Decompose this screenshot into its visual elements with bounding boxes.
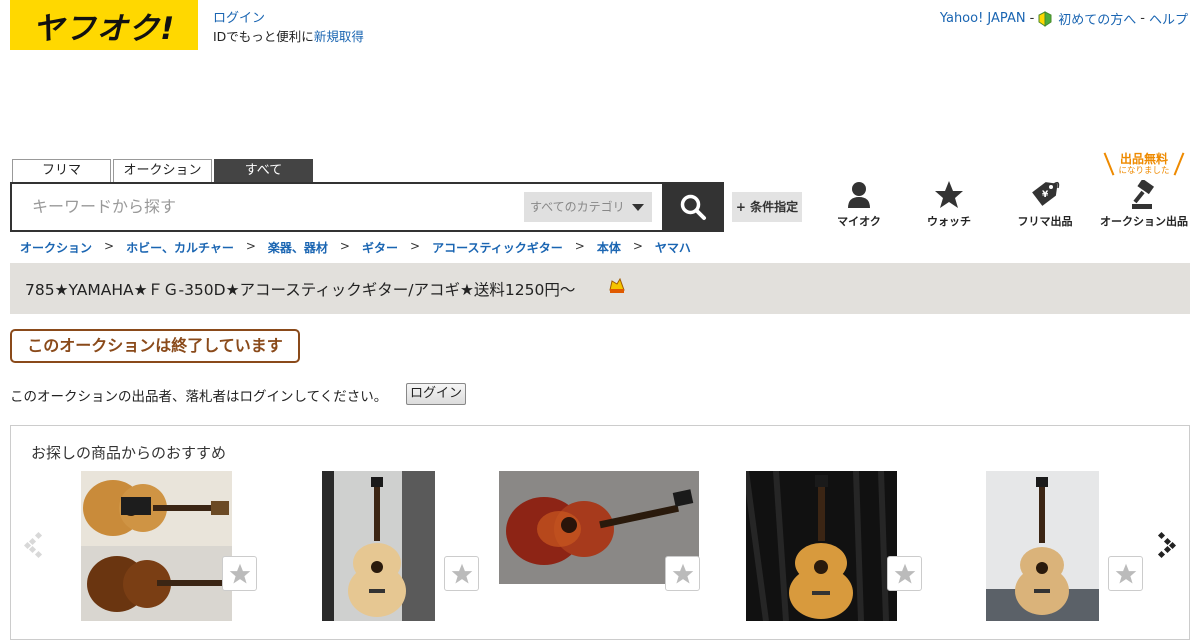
search-icon [680,194,706,220]
item-title-bar: 785★YAMAHA★ＦＧ-350D★アコースティックギター/アコギ★送料125… [10,263,1190,314]
star-icon [229,563,250,584]
breadcrumb-item[interactable]: 楽器、器材 [268,239,328,256]
beginners-link[interactable]: 初めての方へ [1058,9,1136,28]
recommend-item-image[interactable] [81,471,232,621]
recommend-item-image[interactable] [746,471,897,621]
category-select-value: すべてのカテゴリ [530,200,625,214]
breadcrumb-item[interactable]: 本体 [597,239,621,256]
breadcrumb-separator: > [574,239,585,253]
search-button[interactable] [662,182,724,232]
item-title: 785★YAMAHA★ＦＧ-350D★アコースティックギター/アコギ★送料125… [25,281,576,299]
breadcrumb-item[interactable]: ギター [362,239,398,256]
free-badge-sub: になりました [1118,166,1170,176]
breadcrumb-item[interactable]: ヤマハ [655,239,691,256]
separator: - [1029,11,1035,26]
login-notice: このオークションの出品者、落札者はログインしてください。 [10,389,388,405]
yahuoku-logo[interactable]: ヤフオク! [10,0,198,50]
recommend-panel: お探しの商品からのおすすめ [10,425,1190,640]
star-icon [894,563,915,584]
nav-label: ウォッチ [927,215,971,228]
search-tabs: フリマ オークション すべて [12,159,313,182]
nav-auction-listing[interactable]: オークション出品 [1098,180,1190,229]
watch-star-button[interactable] [444,556,479,591]
watch-star-button[interactable] [1108,556,1143,591]
nav-label: フリマ出品 [1017,215,1073,228]
watch-star-button[interactable] [222,556,257,591]
breadcrumb-item[interactable]: オークション [20,239,92,256]
star-icon [935,181,963,208]
login-sub-text: IDでもっと便利に [213,29,314,44]
notice-login-button[interactable]: ログイン [406,383,466,405]
recommend-item-image[interactable] [322,471,435,621]
free-listing-badge: 出品無料 になりました [1103,152,1185,178]
tab-auction[interactable]: オークション [113,159,212,182]
login-link[interactable]: ログイン [213,10,364,28]
breadcrumb-separator: > [104,239,115,253]
separator: - [1140,11,1145,26]
login-sub: IDでもっと便利に新規取得 [213,28,364,46]
search-box: すべてのカテゴリ [10,182,664,232]
breadcrumb-item[interactable]: アコースティックギター [432,239,563,256]
recommend-item-image[interactable] [986,471,1099,621]
breadcrumb-separator: > [245,239,256,253]
breadcrumb-separator: > [339,239,350,253]
category-select[interactable]: すべてのカテゴリ [524,192,652,222]
nav-label: オークション出品 [1100,215,1188,228]
carousel-prev-icon[interactable] [24,531,44,559]
beginner-mark-icon [1038,10,1052,27]
top-right-links: Yahoo! JAPAN - 初めての方へ - ヘルプ [940,9,1188,28]
new-item-icon [609,278,625,293]
star-icon [1115,563,1136,584]
breadcrumb-separator: > [632,239,643,253]
gavel-icon [1132,180,1155,209]
carousel-next-icon[interactable] [1156,531,1176,559]
nav-label: マイオク [837,215,881,228]
auction-ended-badge: このオークションは終了しています [10,329,300,363]
search-input[interactable] [32,197,512,216]
tab-flea-market[interactable]: フリマ [12,159,111,182]
star-icon [451,563,472,584]
help-link[interactable]: ヘルプ [1149,9,1188,28]
price-tag-icon: ¥ [1032,181,1060,206]
yahoo-japan-link[interactable]: Yahoo! JAPAN [940,11,1026,26]
logo-text: ヤフオク! [32,10,176,47]
star-icon [672,563,693,584]
breadcrumb: オークション > ホビー、カルチャー > 楽器、器材 > ギター > アコーステ… [20,239,691,256]
login-area: ログイン IDでもっと便利に新規取得 [213,10,364,46]
condition-button[interactable]: + 条件指定 [732,192,802,222]
svg-text:¥: ¥ [1042,190,1049,200]
breadcrumb-item[interactable]: ホビー、カルチャー [126,239,234,256]
watch-star-button[interactable] [665,556,700,591]
recommend-title: お探しの商品からのおすすめ [31,444,227,462]
watch-star-button[interactable] [887,556,922,591]
signup-link[interactable]: 新規取得 [314,29,364,44]
free-badge-main: 出品無料 [1119,152,1168,166]
user-icon [848,182,870,208]
nav-myauction[interactable]: マイオク [814,180,904,229]
breadcrumb-separator: > [410,239,421,253]
nav-watch[interactable]: ウォッチ [904,180,994,229]
nav-flea-listing[interactable]: ¥ フリマ出品 [1000,180,1090,229]
tab-all[interactable]: すべて [214,159,313,182]
chevron-down-icon [632,204,644,211]
